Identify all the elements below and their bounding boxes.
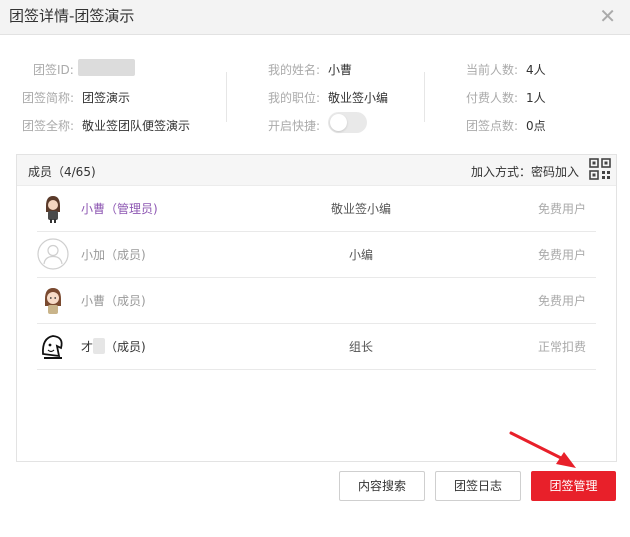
member-row[interactable]: 小曹（成员) 免费用户 xyxy=(37,277,596,324)
members-panel: 成员（4/65) 加入方式：密码加入 小曹（管理员) 敬业签小编 免费用户 小加… xyxy=(16,154,617,462)
my-name-value: 小曹 xyxy=(328,63,353,77)
members-count: 成员（4/65) xyxy=(28,165,96,179)
qr-code-icon[interactable] xyxy=(589,158,611,180)
member-row[interactable]: 小曹（管理员) 敬业签小编 免费用户 xyxy=(37,185,596,232)
name-redacted xyxy=(93,338,106,354)
my-name-label: 我的姓名: xyxy=(268,63,321,77)
member-name: 小加（成员) xyxy=(81,248,146,262)
info-divider-2 xyxy=(424,72,425,122)
shortcut-label: 开启快捷: xyxy=(268,119,321,133)
short-name-label: 团签简称: xyxy=(22,91,75,105)
member-row[interactable]: 才 （成员) 组长 正常扣费 xyxy=(37,323,596,370)
close-icon[interactable]: ✕ xyxy=(599,4,616,28)
full-name-value: 敬业签团队便签演示 xyxy=(82,119,191,133)
annotation-arrow-icon xyxy=(509,431,576,468)
points-label: 团签点数: xyxy=(466,119,519,133)
member-name: 小曹（成员) xyxy=(81,294,146,308)
join-method: 加入方式：密码加入 xyxy=(470,165,579,179)
member-status: 免费用户 xyxy=(537,248,586,262)
member-status: 免费用户 xyxy=(537,294,586,308)
group-log-button[interactable]: 团签日志 xyxy=(435,471,521,501)
my-position-label: 我的职位: xyxy=(268,91,321,105)
current-count-label: 当前人数: xyxy=(466,63,519,77)
group-manage-button[interactable]: 团签管理 xyxy=(531,471,616,501)
my-position-value: 敬业签小编 xyxy=(328,91,389,105)
group-id-value-redacted xyxy=(78,59,135,76)
member-status: 正常扣费 xyxy=(537,340,586,354)
paid-count-label: 付费人数: xyxy=(466,91,519,105)
member-status: 免费用户 xyxy=(537,202,586,216)
member-role: 敬业签小编 xyxy=(330,202,391,216)
avatar xyxy=(37,192,69,224)
current-count-value: 4人 xyxy=(526,63,546,77)
avatar xyxy=(37,330,69,362)
member-name: 才 （成员) xyxy=(81,338,146,355)
default-user-icon xyxy=(37,238,69,270)
member-name-suffix: （成员) xyxy=(105,340,146,354)
info-divider-1 xyxy=(226,72,227,122)
member-role: 组长 xyxy=(348,340,373,354)
toggle-knob xyxy=(330,114,347,131)
paid-count-value: 1人 xyxy=(526,91,546,105)
content-search-button[interactable]: 内容搜索 xyxy=(339,471,425,501)
window-title: 团签详情-团签演示 xyxy=(9,7,135,25)
points-value: 0点 xyxy=(526,119,546,133)
full-name-label: 团签全称: xyxy=(22,119,75,133)
members-panel-header: 成员（4/65) 加入方式：密码加入 xyxy=(17,155,616,186)
title-bar: 团签详情-团签演示 ✕ xyxy=(0,0,630,35)
avatar xyxy=(37,284,69,316)
member-row[interactable]: 小加（成员) 小编 免费用户 xyxy=(37,231,596,278)
short-name-value: 团签演示 xyxy=(82,91,131,105)
group-id-label: 团签ID: xyxy=(33,63,74,77)
member-name: 小曹（管理员) xyxy=(81,202,158,216)
member-role: 小编 xyxy=(348,248,373,262)
shortcut-toggle[interactable] xyxy=(328,112,367,133)
member-name-prefix: 才 xyxy=(81,340,94,354)
